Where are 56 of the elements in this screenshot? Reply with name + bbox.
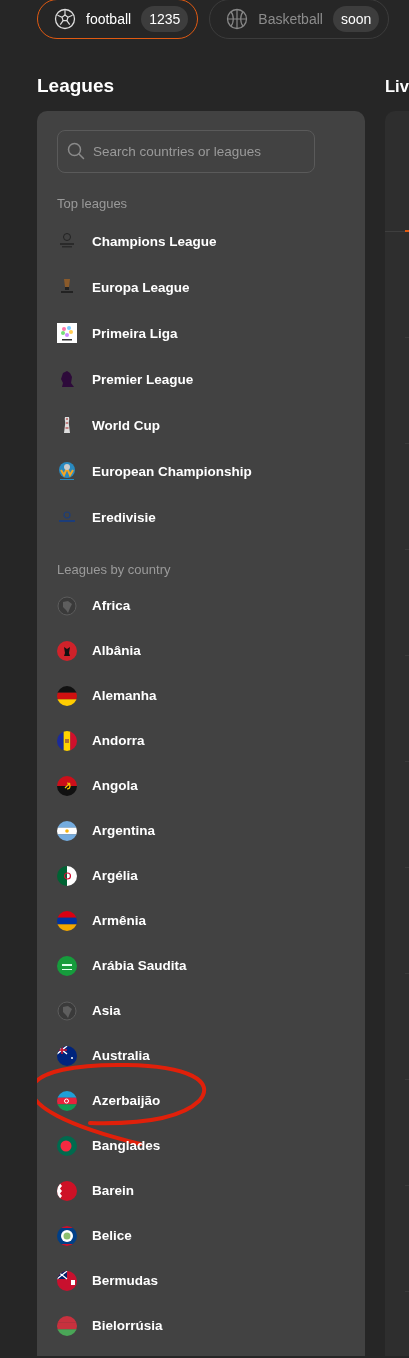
country-item[interactable]: Armênia bbox=[57, 898, 345, 943]
league-logo-icon bbox=[57, 461, 77, 481]
section-label: Leagues by country bbox=[57, 561, 172, 579]
league-item[interactable]: European Championship bbox=[57, 448, 345, 494]
tab-label: football bbox=[86, 11, 132, 27]
flag-icon bbox=[57, 1090, 77, 1111]
league-item[interactable]: World Cup bbox=[57, 402, 345, 448]
flag-icon bbox=[57, 910, 77, 931]
count-badge: 1235 bbox=[141, 6, 189, 32]
flag-icon bbox=[57, 865, 77, 886]
country-item[interactable]: Angola bbox=[57, 763, 345, 808]
soccer-ball-icon bbox=[54, 8, 76, 30]
flag-icon bbox=[57, 730, 77, 751]
flag-icon bbox=[57, 640, 77, 661]
basketball-icon bbox=[226, 8, 249, 30]
country-item[interactable]: Africa bbox=[57, 583, 345, 628]
flag-icon bbox=[57, 1315, 77, 1336]
country-item[interactable]: Australia bbox=[57, 1033, 345, 1078]
flag-icon bbox=[57, 1135, 77, 1156]
country-item[interactable]: Albânia bbox=[57, 628, 345, 673]
tab-label: Basketball bbox=[258, 11, 323, 27]
league-item[interactable]: Eredivisie bbox=[57, 494, 345, 540]
flag-icon bbox=[57, 820, 77, 841]
country-item[interactable]: Argentina bbox=[57, 808, 345, 853]
country-item[interactable]: Bielorrúsia bbox=[57, 1303, 345, 1348]
flag-icon bbox=[57, 1180, 77, 1201]
section-title: Liv bbox=[385, 76, 409, 97]
country-item[interactable]: Argélia bbox=[57, 853, 345, 898]
league-item[interactable]: Primeira Liga bbox=[57, 310, 345, 356]
league-item[interactable]: Europa League bbox=[57, 264, 345, 310]
flag-icon bbox=[57, 1225, 77, 1246]
globe-icon bbox=[57, 1000, 77, 1021]
country-item[interactable]: Barein bbox=[57, 1168, 345, 1213]
country-item[interactable]: Arábia Saudita bbox=[57, 943, 345, 988]
section-title: Leagues bbox=[37, 75, 116, 97]
country-item[interactable]: Azerbaijão bbox=[57, 1078, 345, 1123]
flag-icon bbox=[57, 1045, 77, 1066]
section-label: Top leagues bbox=[57, 195, 129, 213]
league-item[interactable]: Premier League bbox=[57, 356, 345, 402]
country-item[interactable]: Asia bbox=[57, 988, 345, 1033]
flag-icon bbox=[57, 685, 77, 706]
count-badge: soon bbox=[332, 6, 380, 32]
flag-icon bbox=[57, 775, 77, 796]
country-item[interactable]: Belice bbox=[57, 1213, 345, 1258]
country-item[interactable]: Alemanha bbox=[57, 673, 345, 718]
league-logo-icon bbox=[57, 323, 77, 343]
search-field[interactable]: Search countries or leagues bbox=[57, 130, 315, 173]
search-icon bbox=[67, 142, 85, 160]
country-item[interactable]: Andorra bbox=[57, 718, 345, 763]
league-item[interactable]: Champions League bbox=[57, 218, 345, 264]
flag-icon bbox=[57, 955, 77, 976]
globe-icon bbox=[57, 595, 77, 616]
country-item[interactable]: Banglades bbox=[57, 1123, 345, 1168]
flag-icon bbox=[57, 1270, 77, 1291]
league-logo-icon bbox=[57, 231, 77, 251]
country-item[interactable]: Bermudas bbox=[57, 1258, 345, 1303]
